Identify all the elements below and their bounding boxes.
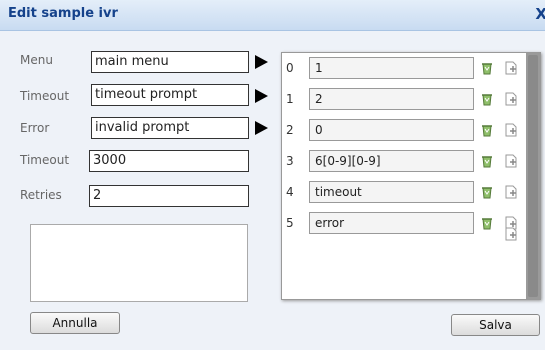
delete-option-icon[interactable] xyxy=(480,185,494,199)
retries-label: Retries xyxy=(20,188,62,202)
menu-arrow-icon[interactable] xyxy=(255,55,268,69)
timeout-prompt-label: Timeout xyxy=(20,89,70,103)
delete-option-icon[interactable] xyxy=(480,216,494,230)
save-button[interactable]: Salva xyxy=(451,314,540,336)
close-icon[interactable]: X xyxy=(535,5,545,23)
timeout-prompt-arrow-icon[interactable] xyxy=(255,89,268,103)
option-value-field[interactable]: 1 xyxy=(309,57,474,79)
option-value-field[interactable]: timeout xyxy=(309,181,474,203)
option-value-field[interactable]: 0 xyxy=(309,119,474,141)
option-row: 20 xyxy=(282,119,522,143)
option-row: 5 error xyxy=(282,212,522,236)
option-value-field[interactable]: error xyxy=(309,212,474,234)
error-prompt-field[interactable]: invalid prompt xyxy=(91,117,249,139)
dialog-title: Edit sample ivr xyxy=(8,6,118,21)
edit-ivr-dialog: Edit sample ivr X Menu main menu Timeout… xyxy=(0,0,545,350)
option-value-field[interactable]: 2 xyxy=(309,88,474,110)
add-option-icon[interactable] xyxy=(504,123,518,137)
add-option-icon[interactable] xyxy=(504,92,518,106)
add-option-icon[interactable] xyxy=(504,154,518,168)
option-row: 01 xyxy=(282,57,522,81)
option-index: 5 xyxy=(286,216,294,230)
options-scrollbar[interactable] xyxy=(526,53,540,299)
options-scrollbar-thumb[interactable] xyxy=(528,55,538,297)
delete-option-icon[interactable] xyxy=(480,123,494,137)
option-index: 4 xyxy=(286,185,294,199)
description-textarea[interactable] xyxy=(30,224,248,302)
error-prompt-arrow-icon[interactable] xyxy=(255,121,268,135)
cancel-button[interactable]: Annulla xyxy=(30,312,120,334)
timeout-input[interactable]: 3000 xyxy=(89,150,249,172)
options-panel: 0 1 1 2 2 0 3 6[0-9][0-9] 4 timeout 5 error xyxy=(281,52,541,300)
option-index: 1 xyxy=(286,92,294,106)
option-index: 0 xyxy=(286,61,294,75)
option-value-field[interactable]: 6[0-9][0-9] xyxy=(309,150,474,172)
error-label: Error xyxy=(20,121,50,135)
delete-option-icon[interactable] xyxy=(480,154,494,168)
option-row: 4 timeout xyxy=(282,181,522,205)
timeout-prompt-field[interactable]: timeout prompt xyxy=(91,84,249,106)
option-index: 3 xyxy=(286,154,294,168)
menu-label: Menu xyxy=(20,53,53,67)
delete-option-icon[interactable] xyxy=(480,61,494,75)
dialog-titlebar: Edit sample ivr X xyxy=(0,0,545,31)
add-option-icon[interactable] xyxy=(504,61,518,75)
option-index: 2 xyxy=(286,123,294,137)
retries-input[interactable]: 2 xyxy=(89,185,249,207)
option-row: 12 xyxy=(282,88,522,112)
add-option-icon[interactable] xyxy=(504,185,518,199)
timeout-label: Timeout xyxy=(20,153,70,167)
menu-field[interactable]: main menu xyxy=(91,51,249,73)
option-row: 3 6[0-9][0-9] xyxy=(282,150,522,174)
add-option-icon[interactable] xyxy=(504,227,518,241)
delete-option-icon[interactable] xyxy=(480,92,494,106)
